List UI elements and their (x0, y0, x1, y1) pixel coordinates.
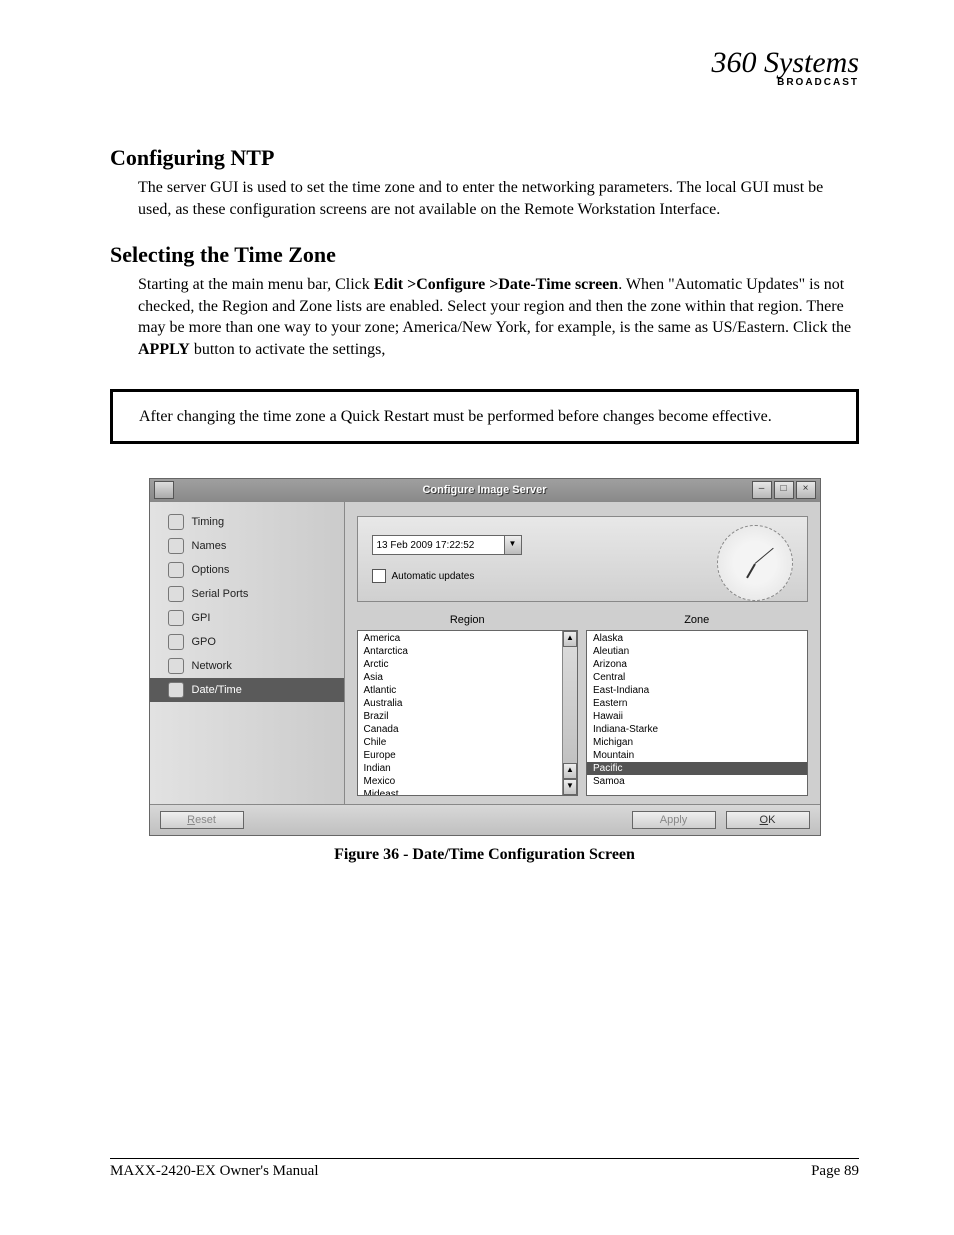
sidebar-item-names[interactable]: Names (150, 534, 344, 558)
minimize-button[interactable]: – (752, 481, 772, 499)
list-item[interactable]: Chile (358, 736, 578, 749)
sidebar-icon (168, 514, 184, 530)
sidebar-item-label: Network (192, 660, 232, 672)
datetime-panel: 13 Feb 2009 17:22:52 ▼ Automatic updates (357, 516, 808, 602)
tz-text-pre: Starting at the main menu bar, Click (138, 276, 374, 293)
footer-right: Page 89 (811, 1163, 859, 1180)
scroll-up2-icon[interactable]: ▲ (563, 763, 577, 779)
ok-button[interactable]: OK (726, 811, 810, 829)
heading-configuring-ntp: Configuring NTP (110, 145, 859, 171)
button-bar: Reset Apply OK (150, 804, 820, 835)
chevron-down-icon[interactable]: ▼ (504, 536, 521, 554)
list-item[interactable]: Pacific (587, 762, 807, 775)
region-listbox[interactable]: AmericaAntarcticaArcticAsiaAtlanticAustr… (357, 630, 579, 796)
list-item[interactable]: Mideast (358, 788, 578, 796)
list-item[interactable]: Arizona (587, 658, 807, 671)
reset-button[interactable]: Reset (160, 811, 244, 829)
sidebar-item-label: Date/Time (192, 684, 242, 696)
list-item[interactable]: Mountain (587, 749, 807, 762)
list-item[interactable]: Eastern (587, 697, 807, 710)
main-panel: 13 Feb 2009 17:22:52 ▼ Automatic updates… (345, 502, 820, 804)
list-item[interactable]: Australia (358, 697, 578, 710)
window-title: Configure Image Server (150, 484, 820, 496)
sidebar-item-options[interactable]: Options (150, 558, 344, 582)
sidebar-item-timing[interactable]: Timing (150, 510, 344, 534)
list-item[interactable]: America (358, 632, 578, 645)
scroll-down-icon[interactable]: ▼ (563, 779, 577, 795)
list-item[interactable]: Hawaii (587, 710, 807, 723)
sidebar: Timing Names Options Serial Ports GPI GPO Netw… (150, 502, 345, 804)
page-footer: MAXX-2420-EX Owner's Manual Page 89 (110, 1158, 859, 1180)
list-item[interactable]: Michigan (587, 736, 807, 749)
logo-main: 360 Systems (712, 48, 859, 78)
list-item[interactable]: Brazil (358, 710, 578, 723)
list-item[interactable]: Canada (358, 723, 578, 736)
note-text: After changing the time zone a Quick Res… (139, 408, 772, 425)
paragraph-ntp: The server GUI is used to set the time z… (138, 177, 859, 220)
sidebar-item-label: Names (192, 540, 227, 552)
list-item[interactable]: Mexico (358, 775, 578, 788)
sidebar-item-date-time[interactable]: Date/Time (150, 678, 344, 702)
figure-caption: Figure 36 - Date/Time Configuration Scre… (110, 846, 859, 864)
list-item[interactable]: Arctic (358, 658, 578, 671)
tz-menu-path: Edit >Configure >Date-Time screen (374, 276, 618, 293)
analog-clock (717, 525, 793, 601)
list-item[interactable]: Indian (358, 762, 578, 775)
sidebar-item-gpo[interactable]: GPO (150, 630, 344, 654)
automatic-updates-checkbox[interactable] (372, 569, 386, 583)
tz-text-post: button to activate the settings, (190, 341, 386, 358)
sidebar-item-gpi[interactable]: GPI (150, 606, 344, 630)
list-item[interactable]: Aleutian (587, 645, 807, 658)
list-item[interactable]: Alaska (587, 632, 807, 645)
paragraph-timezone: Starting at the main menu bar, Click Edi… (138, 274, 859, 360)
datetime-value: 13 Feb 2009 17:22:52 (373, 540, 504, 551)
sidebar-icon (168, 610, 184, 626)
list-item[interactable]: East-Indiana (587, 684, 807, 697)
list-item[interactable]: Antarctica (358, 645, 578, 658)
sidebar-item-label: Serial Ports (192, 588, 249, 600)
note-box: After changing the time zone a Quick Res… (110, 389, 859, 445)
sidebar-item-label: Options (192, 564, 230, 576)
logo-sub: BROADCAST (712, 78, 859, 88)
configure-image-server-dialog: Configure Image Server – □ × Timing Names… (149, 478, 821, 836)
sidebar-item-label: GPI (192, 612, 211, 624)
sidebar-item-network[interactable]: Network (150, 654, 344, 678)
sidebar-icon (168, 586, 184, 602)
brand-logo: 360 Systems BROADCAST (712, 48, 859, 88)
list-item[interactable]: Indiana-Starke (587, 723, 807, 736)
apply-button[interactable]: Apply (632, 811, 716, 829)
automatic-updates-label: Automatic updates (392, 571, 475, 582)
zone-listbox[interactable]: AlaskaAleutianArizonaCentralEast-Indiana… (586, 630, 808, 796)
sidebar-item-label: GPO (192, 636, 216, 648)
list-item[interactable]: Samoa (587, 775, 807, 788)
list-item[interactable]: Asia (358, 671, 578, 684)
scroll-up-icon[interactable]: ▲ (563, 631, 577, 647)
sidebar-icon (168, 538, 184, 554)
sidebar-icon (168, 634, 184, 650)
sidebar-icon (168, 658, 184, 674)
footer-left: MAXX-2420-EX Owner's Manual (110, 1163, 319, 1180)
sidebar-icon (168, 682, 184, 698)
list-item[interactable]: Atlantic (358, 684, 578, 697)
sidebar-item-label: Timing (192, 516, 225, 528)
region-label: Region (357, 612, 579, 630)
maximize-button[interactable]: □ (774, 481, 794, 499)
close-button[interactable]: × (796, 481, 816, 499)
zone-label: Zone (586, 612, 808, 630)
list-item[interactable]: Central (587, 671, 807, 684)
region-scrollbar[interactable]: ▲ ▲ ▼ (562, 631, 577, 795)
sidebar-icon (168, 562, 184, 578)
heading-selecting-timezone: Selecting the Time Zone (110, 242, 859, 268)
list-item[interactable]: Europe (358, 749, 578, 762)
datetime-field[interactable]: 13 Feb 2009 17:22:52 ▼ (372, 535, 522, 555)
tz-apply-word: APPLY (138, 341, 190, 358)
sidebar-item-serial-ports[interactable]: Serial Ports (150, 582, 344, 606)
titlebar[interactable]: Configure Image Server – □ × (150, 479, 820, 501)
